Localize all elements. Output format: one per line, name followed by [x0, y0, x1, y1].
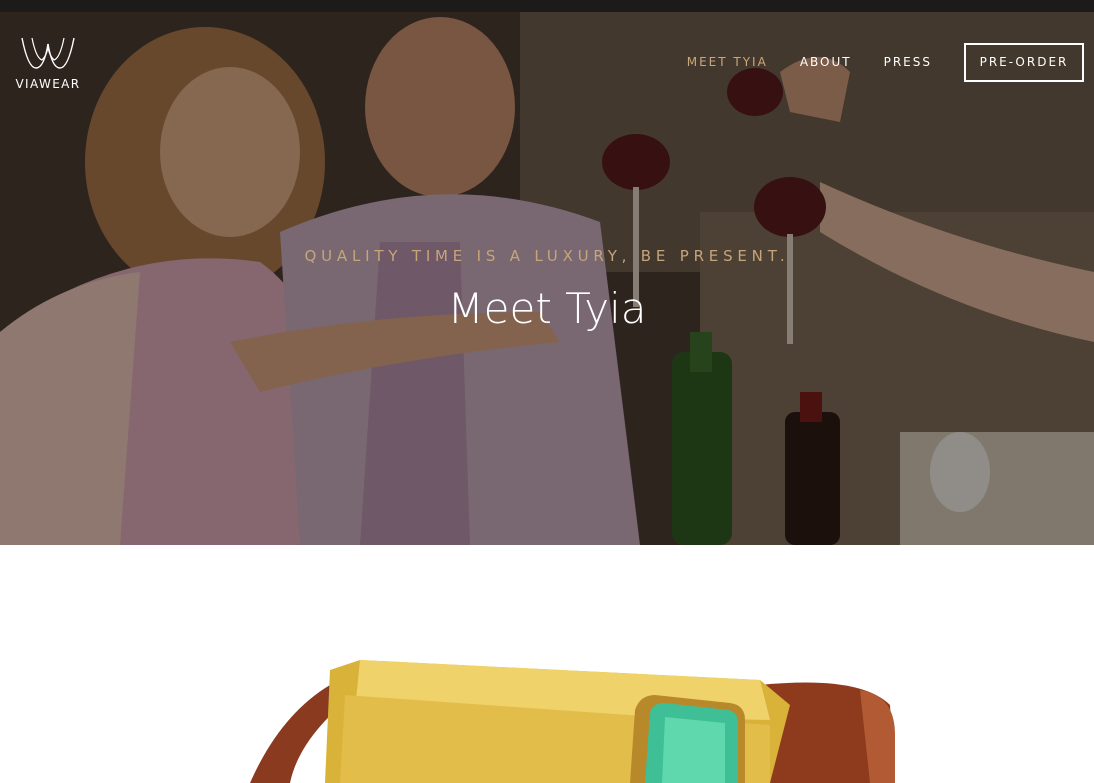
brand-name: VIAWEAR	[15, 77, 81, 91]
viawear-logo[interactable]: VIAWEAR	[10, 34, 86, 96]
nav-item-press[interactable]: PRESS	[884, 55, 932, 69]
hero-section: VIAWEAR MEET TYIA ABOUT PRESS PRE-ORDER …	[0, 12, 1094, 545]
nav-item-meet-tyia[interactable]: MEET TYIA	[687, 55, 768, 69]
top-strip	[0, 0, 1094, 12]
viawear-logo-icon	[21, 37, 75, 69]
hero-overlay	[0, 12, 1094, 545]
main-nav: MEET TYIA ABOUT PRESS PRE-ORDER	[687, 40, 1084, 84]
pre-order-button[interactable]: PRE-ORDER	[964, 42, 1084, 82]
nav-item-about[interactable]: ABOUT	[800, 55, 852, 69]
hero-title: Meet Tyia	[447, 284, 647, 333]
product-section	[0, 545, 1094, 783]
tyia-gold-bracelet-photo	[250, 660, 895, 783]
hero-kicker: QUALITY TIME IS A LUXURY, BE PRESENT.	[304, 247, 790, 265]
